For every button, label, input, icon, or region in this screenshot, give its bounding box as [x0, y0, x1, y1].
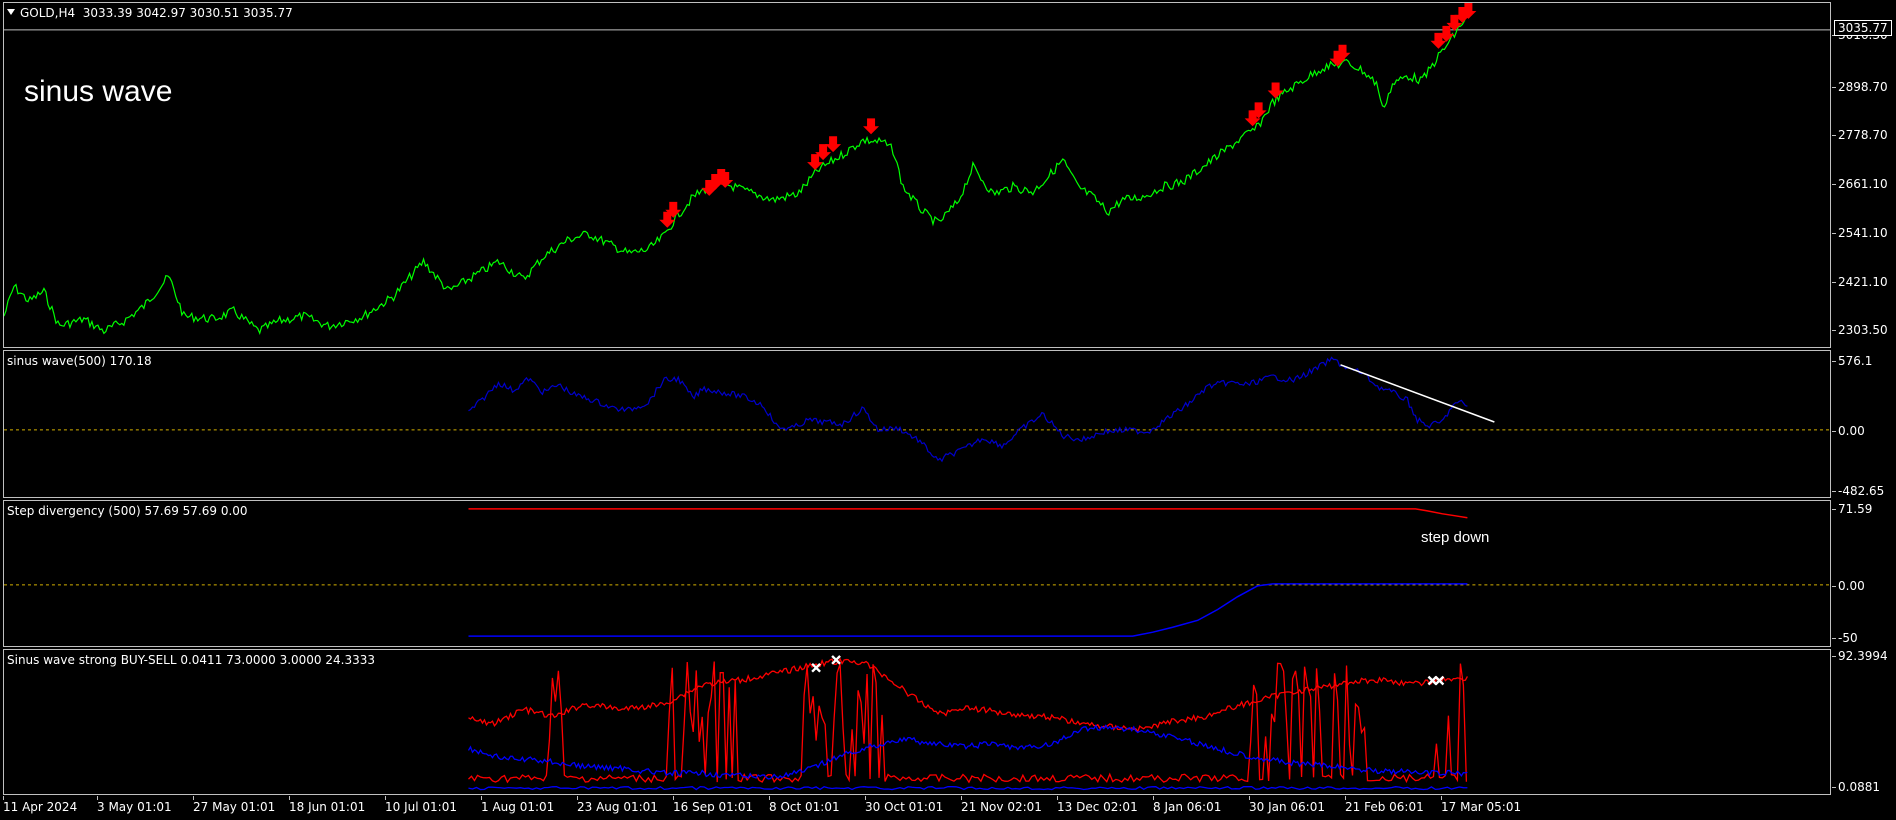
y-tick: 71.59 [1831, 502, 1873, 516]
y-tick: 0.0881 [1832, 780, 1880, 794]
step-divergency-chart [4, 508, 1830, 637]
y-tick: 92.3994 [1832, 649, 1888, 663]
buy-sell-pane[interactable]: Sinus wave strong BUY-SELL 0.0411 73.000… [3, 649, 1831, 795]
y-tick: 2661.10 [1832, 177, 1888, 191]
sinus-wave-line [468, 356, 1468, 463]
blue-base-line [468, 785, 1468, 791]
y-tick: 2541.10 [1832, 226, 1888, 240]
price-series-line [4, 15, 1467, 335]
price-line-chart [4, 3, 1830, 335]
buy-sell-chart [467, 655, 1468, 791]
y-tick: -50 [1832, 631, 1858, 645]
x-tick: 3 May 01:01 [97, 796, 172, 814]
x-tick: 1 Aug 01:01 [481, 796, 555, 814]
chart-title-text: sinus wave [24, 75, 173, 108]
x-tick: 8 Jan 06:01 [1153, 796, 1222, 814]
x-tick: 18 Jun 01:01 [289, 796, 366, 814]
y-tick: 0.00 [1832, 424, 1865, 438]
sinus-wave-chart [4, 356, 1830, 463]
y-tick: 2778.70 [1832, 128, 1888, 142]
y-tick: 2303.50 [1832, 323, 1888, 337]
x-tick: 27 May 01:01 [193, 796, 276, 814]
step-divergency-pane[interactable]: Step divergency (500) 57.69 57.69 0.00 s… [3, 500, 1831, 647]
sinus-wave-pane[interactable]: sinus wave(500) 170.18 [3, 350, 1831, 498]
symbol-ohlc-label: GOLD,H4 3033.39 3042.97 3030.51 3035.77 [20, 6, 293, 20]
x-tick: 16 Sep 01:01 [673, 796, 754, 814]
x-tick: 17 Mar 05:01 [1441, 796, 1522, 814]
price-y-axis[interactable]: 3016.30 2898.70 2778.70 2661.10 2541.10 … [1832, 2, 1896, 348]
step-blue-line [468, 583, 1468, 637]
dropdown-triangle-icon[interactable] [7, 9, 15, 15]
x-tick: 8 Oct 01:01 [769, 796, 840, 814]
x-tick: 10 Jul 01:01 [385, 796, 457, 814]
y-tick: -482.65 [1831, 484, 1885, 498]
price-chart-pane[interactable]: GOLD,H4 3033.39 3042.97 3030.51 3035.77 … [3, 2, 1831, 348]
x-tick: 30 Oct 01:01 [865, 796, 944, 814]
sinus-wave-label: sinus wave(500) 170.18 [7, 354, 152, 368]
sinus-wave-y-axis[interactable]: 576.1 0.00 -482.65 [1831, 350, 1896, 498]
symbol-header: GOLD,H4 3033.39 3042.97 3030.51 3035.77 [7, 6, 293, 20]
white-x-markers-group [811, 655, 1445, 686]
blue-trend-line [467, 724, 1468, 780]
x-tick: 11 Apr 2024 [3, 796, 78, 814]
current-price-badge: 3035.77 [1834, 20, 1892, 36]
y-tick: 576.1 [1831, 354, 1873, 368]
step-divergency-label: Step divergency (500) 57.69 57.69 0.00 [7, 504, 248, 518]
y-tick: 2898.70 [1832, 80, 1888, 94]
sell-arrows-group [659, 3, 1477, 228]
time-x-axis[interactable]: 11 Apr 2024 3 May 01:01 27 May 01:01 18 … [0, 796, 1832, 820]
x-tick: 30 Jan 06:01 [1249, 796, 1325, 814]
x-tick: 23 Aug 01:01 [577, 796, 658, 814]
red-down-arrow-icon [1267, 82, 1284, 99]
red-down-arrow-icon [825, 136, 842, 153]
trend-line [1340, 364, 1495, 423]
red-down-arrow-icon [863, 118, 880, 135]
step-divergency-y-axis[interactable]: 71.59 0.00 -50 [1831, 500, 1896, 647]
step-down-annotation: step down [1421, 529, 1490, 546]
y-tick: 2421.10 [1832, 275, 1888, 289]
step-red-line [468, 508, 1468, 519]
buy-sell-label: Sinus wave strong BUY-SELL 0.0411 73.000… [7, 653, 376, 667]
red-trend-line [468, 657, 1468, 733]
y-tick: 0.00 [1832, 579, 1865, 593]
buy-sell-y-axis[interactable]: 92.3994 0.0881 [1832, 649, 1896, 795]
x-tick: 21 Nov 02:01 [961, 796, 1042, 814]
x-tick: 13 Dec 02:01 [1057, 796, 1138, 814]
x-tick: 21 Feb 06:01 [1345, 796, 1424, 814]
